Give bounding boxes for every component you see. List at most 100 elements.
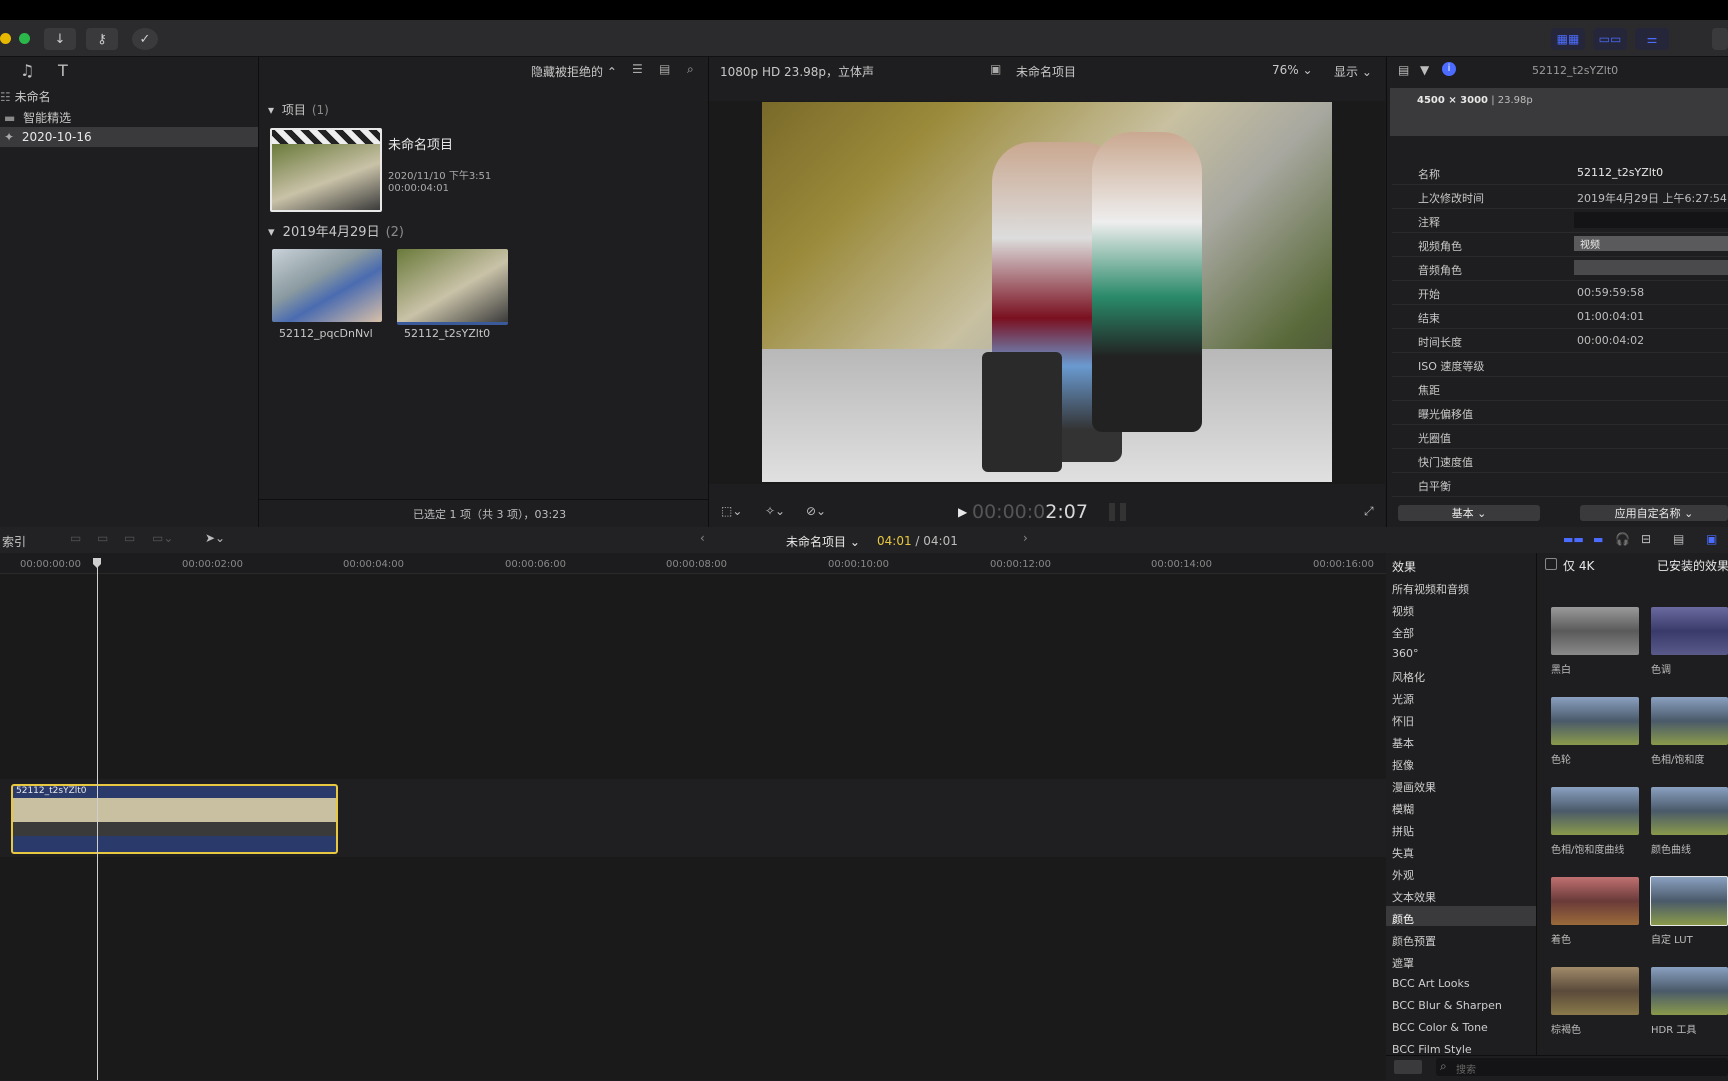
menu-bar-strip xyxy=(0,0,1728,20)
effects-category-selected[interactable]: 颜色 xyxy=(1392,911,1414,927)
effects-category[interactable]: BCC Art Looks xyxy=(1392,977,1470,990)
metadata-row: ISO 速度等级 xyxy=(1392,353,1728,377)
share-button[interactable] xyxy=(1712,28,1728,50)
effects-category[interactable]: 模糊 xyxy=(1392,801,1414,817)
notes-field[interactable] xyxy=(1574,212,1728,228)
effects-category[interactable]: 文本效果 xyxy=(1392,889,1436,905)
only-4k-checkbox[interactable] xyxy=(1545,558,1557,570)
show-inspector-button[interactable]: ⚌ xyxy=(1635,28,1669,50)
ruler-tick: 00:00:10:00 xyxy=(828,559,890,570)
effects-category[interactable]: 颜色预置 xyxy=(1392,933,1436,949)
append-clip-icon[interactable]: ▭ xyxy=(124,531,135,545)
effect-tile[interactable] xyxy=(1551,607,1639,655)
event-label: ✦ 2020-10-16 xyxy=(4,130,92,144)
effect-tile-label: 色相/饱和度曲线 xyxy=(1551,845,1625,856)
effects-category[interactable]: 外观 xyxy=(1392,867,1414,883)
view-options-popup[interactable]: 显示 ⌄ xyxy=(1334,63,1372,80)
connect-clip-icon[interactable]: ▭ xyxy=(70,531,81,545)
project-image xyxy=(272,144,380,210)
timeline-clip[interactable]: 52112_t2sYZlt0 xyxy=(11,784,338,854)
effects-category[interactable]: 所有视频和音频 xyxy=(1392,581,1469,597)
audio-skimming-icon[interactable]: ▬ xyxy=(1593,533,1603,546)
play-button[interactable]: ▶ xyxy=(958,505,967,519)
effects-browser-icon[interactable]: ▣ xyxy=(1706,532,1717,546)
date-group-header[interactable]: ▾ 2019年4月29日 (2) xyxy=(268,221,404,240)
show-timeline-button[interactable]: ▭▭ xyxy=(1593,28,1627,50)
effect-tile[interactable] xyxy=(1651,967,1728,1015)
effect-tile[interactable] xyxy=(1651,697,1728,745)
clip-appearance-icon[interactable]: ▤ xyxy=(1673,532,1684,546)
audio-role-popup[interactable] xyxy=(1574,260,1728,275)
library-item[interactable]: ☷ 未命名 xyxy=(0,88,51,105)
effect-tile[interactable] xyxy=(1551,877,1639,925)
effects-search-field[interactable]: ⌕ 搜索 xyxy=(1436,1058,1728,1076)
effects-category[interactable]: BCC Color & Tone xyxy=(1392,1021,1488,1034)
effects-category[interactable]: 风格化 xyxy=(1392,669,1425,685)
search-icon[interactable]: ⌕ xyxy=(687,62,694,77)
project-thumbnail[interactable] xyxy=(270,128,382,212)
effect-tile[interactable] xyxy=(1551,697,1639,745)
clip-filter-popup[interactable]: 隐藏被拒绝的 ⌃ xyxy=(531,63,617,80)
clip-thumbnail-selected[interactable] xyxy=(397,249,508,325)
effects-category[interactable]: 抠像 xyxy=(1392,757,1414,773)
effect-tile[interactable] xyxy=(1551,787,1639,835)
installed-effects-popup[interactable]: 已安装的效果 xyxy=(1657,557,1728,574)
effect-tile[interactable] xyxy=(1651,787,1728,835)
effects-category[interactable]: BCC Blur & Sharpen xyxy=(1392,999,1502,1012)
ruler-tick: 00:00:00:00 xyxy=(20,559,82,570)
insert-clip-icon[interactable]: ▭ xyxy=(97,531,108,545)
effects-category[interactable]: 失真 xyxy=(1392,845,1414,861)
back-arrow-icon[interactable]: ‹ xyxy=(700,531,705,545)
effects-category[interactable]: 遮罩 xyxy=(1392,955,1414,971)
project-duration: 00:00:04:01 xyxy=(388,183,450,194)
transform-icon[interactable]: ⬚⌄ xyxy=(721,504,742,518)
effects-category[interactable]: 360° xyxy=(1392,647,1419,660)
projects-group-header[interactable]: ▾ 项目 (1) xyxy=(268,101,329,118)
sidebar-toggle-icon[interactable] xyxy=(1394,1060,1422,1074)
filmstrip-view-icon[interactable]: ▤ xyxy=(659,62,670,76)
titles-generators-icon[interactable]: T xyxy=(58,61,68,80)
headphones-icon[interactable]: 🎧 xyxy=(1615,532,1630,546)
apply-custom-name-popup[interactable]: 应用自定名称 ⌄ xyxy=(1580,505,1728,521)
smart-collection-item[interactable]: ▬ 智能精选 xyxy=(4,109,71,126)
metadata-row: 上次修改时间 2019年4月29日 上午6:27:54 xyxy=(1392,185,1728,209)
metadata-row: 白平衡 xyxy=(1392,473,1728,497)
playhead[interactable] xyxy=(97,560,98,1080)
effects-category[interactable]: BCC Film Style xyxy=(1392,1043,1472,1055)
effects-category[interactable]: 拼贴 xyxy=(1392,823,1414,839)
effects-category[interactable]: 全部 xyxy=(1392,625,1414,641)
effects-category[interactable]: 漫画效果 xyxy=(1392,779,1436,795)
effect-tile[interactable] xyxy=(1651,607,1728,655)
minimize-window-button[interactable] xyxy=(0,33,11,44)
info-tab-icon[interactable]: ▤ xyxy=(1398,63,1409,77)
retime-icon[interactable]: ⊘⌄ xyxy=(806,504,826,518)
snapping-icon[interactable]: ⊟ xyxy=(1641,532,1651,546)
effects-category[interactable]: 怀旧 xyxy=(1392,713,1414,729)
effects-category[interactable]: 基本 xyxy=(1392,735,1414,751)
effects-category[interactable]: 光源 xyxy=(1392,691,1414,707)
timeline-project-popup[interactable]: 未命名项目 ⌄ xyxy=(786,533,860,550)
forward-arrow-icon[interactable]: › xyxy=(1023,531,1028,545)
audio-waveform-icon[interactable]: ▬▬ xyxy=(1563,533,1584,546)
zoom-window-button[interactable] xyxy=(19,33,30,44)
clip-thumbnail[interactable] xyxy=(272,249,382,322)
timeline-index-button[interactable]: 索引 xyxy=(2,533,26,550)
background-tasks-button[interactable]: ✓ xyxy=(132,28,158,50)
clip-appearance-icon[interactable]: ☰ xyxy=(632,62,643,76)
effect-tile-selected[interactable] xyxy=(1650,876,1728,926)
import-button[interactable]: ↓ xyxy=(44,28,76,50)
show-browser-button[interactable]: ▦▦ xyxy=(1551,28,1585,50)
metadata-view-popup[interactable]: 基本 ⌄ xyxy=(1398,505,1540,521)
effect-tile[interactable] xyxy=(1551,967,1639,1015)
select-tool-icon[interactable]: ➤⌄ xyxy=(205,531,225,545)
keyword-button[interactable]: ⚷ xyxy=(86,28,118,50)
filter-icon[interactable]: ▼ xyxy=(1420,63,1429,77)
video-role-popup[interactable]: 视频 xyxy=(1574,236,1728,251)
overwrite-clip-icon[interactable]: ▭⌄ xyxy=(152,531,173,545)
info-icon[interactable]: i xyxy=(1442,62,1456,76)
enhance-icon[interactable]: ✧⌄ xyxy=(765,504,785,518)
zoom-popup[interactable]: 76% ⌄ xyxy=(1272,63,1313,77)
effects-category[interactable]: 视频 xyxy=(1392,603,1414,619)
fullscreen-icon[interactable]: ⤢ xyxy=(1364,504,1374,519)
photos-audio-icon[interactable]: ♫ xyxy=(20,61,34,80)
